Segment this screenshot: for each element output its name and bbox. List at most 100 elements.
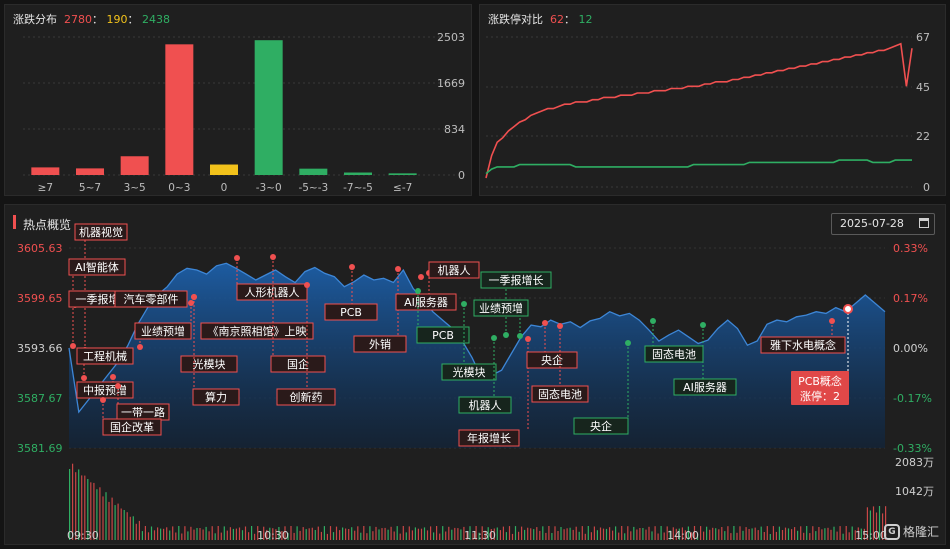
annotation-dot — [491, 335, 497, 341]
annotation-dot — [70, 343, 76, 349]
annotation-label: 业绩预增 — [479, 301, 523, 315]
volume-bar — [851, 526, 853, 540]
volume-bar — [420, 528, 423, 540]
volume-bar — [612, 530, 614, 540]
annotation-label: 人形机器人 — [245, 285, 300, 299]
volume-bar — [578, 531, 580, 540]
volume-bar — [372, 531, 374, 540]
volume-bar — [521, 526, 523, 540]
distribution-panel: 涨跌分布 2780： 190： 2438 2503 1669 834 0 ≥7 5~7 3~… — [4, 4, 472, 196]
volume-bar — [563, 529, 565, 540]
volume-bar — [615, 526, 617, 540]
volume-bar — [730, 533, 732, 540]
distribution-bar-chart: 2503 1669 834 0 ≥7 5~7 3~5 0~3 0 -3~0 -5~-3 -7~-5 ≤-… — [23, 31, 465, 194]
volume-bar — [108, 501, 110, 540]
volume-bar — [329, 526, 332, 540]
volume-bar — [433, 532, 435, 540]
logo-icon: G — [883, 523, 900, 540]
volume-bar — [378, 529, 380, 540]
volume-bar — [715, 528, 717, 540]
volume-bar — [193, 529, 195, 540]
volume-bar — [648, 526, 650, 540]
volume-bar — [457, 528, 459, 540]
annotation-dot — [115, 383, 121, 389]
volume-bar — [326, 533, 328, 540]
annotation-label: 年报增长 — [467, 431, 511, 445]
volume-bar — [223, 526, 225, 540]
volume-bar — [827, 527, 829, 540]
volume-bar — [721, 527, 723, 540]
volume-bar — [248, 532, 250, 540]
volume-bar — [120, 508, 122, 540]
volume-bar — [596, 530, 598, 540]
volume-bar — [502, 526, 504, 540]
volume-bar — [593, 526, 595, 540]
volume-bar — [657, 533, 659, 540]
volume-bar — [332, 532, 335, 540]
volume-bar — [812, 526, 814, 540]
bar-3 — [165, 44, 194, 176]
x-tick-label: 3~5 — [124, 182, 146, 194]
volume-bar — [214, 533, 216, 540]
annotation-dot — [503, 332, 509, 338]
volume-bar — [132, 516, 134, 540]
volume-bar — [803, 532, 805, 540]
volume-bar — [381, 528, 383, 540]
volume-bar — [251, 526, 253, 540]
x-tick-label: ≥7 — [38, 182, 53, 194]
volume-bar — [369, 526, 371, 540]
limit-panel: 涨跌停对比 62： 12 67 45 22 0 — [479, 4, 946, 196]
volume-bar — [360, 532, 362, 540]
y-tick-label: 22 — [916, 130, 930, 143]
annotation-dot — [517, 333, 523, 339]
annotation-dot — [81, 375, 87, 381]
intraday-index-chart: 3605.63 0.33% 3599.65 0.17% 3593.66 0.00% 3587… — [17, 223, 934, 542]
x-tick-label: 10:30 — [257, 529, 289, 542]
volume-bar — [772, 526, 774, 540]
volume-bar — [126, 512, 128, 540]
annotation-label: 外销 — [369, 337, 391, 351]
volume-bar — [581, 526, 583, 540]
volume-bar — [642, 528, 644, 540]
annotation-23: 业绩预增 — [473, 299, 529, 339]
volume-bar — [208, 531, 210, 540]
volume-bar — [123, 510, 125, 540]
volume-bar — [630, 531, 632, 540]
x-tick-label: -3~0 — [256, 182, 282, 194]
volume-bar — [548, 526, 550, 540]
annotation-dot — [418, 274, 424, 280]
series-line-0 — [485, 42, 913, 179]
annotation-dot — [700, 322, 706, 328]
volume-bar — [566, 528, 568, 540]
volume-bar — [703, 531, 705, 540]
annotation-3: 汽车零部件 — [114, 290, 188, 308]
volume-bar — [569, 527, 571, 540]
annotation-label: 业绩预增 — [141, 324, 185, 338]
annotation-dot — [625, 340, 631, 346]
volume-bar — [190, 526, 192, 540]
annotation-label: 光模块 — [193, 357, 226, 371]
volume-bar — [572, 529, 574, 540]
volume-bar — [220, 532, 222, 540]
volume-bar — [451, 529, 453, 540]
volume-bar — [153, 530, 156, 540]
volume-bar — [445, 531, 447, 540]
volume-bar — [408, 526, 410, 540]
bar-4 — [210, 164, 238, 175]
volume-bar — [135, 523, 137, 540]
y-tick-label: 0 — [923, 181, 930, 194]
volume-bar — [411, 530, 413, 540]
volume-bar — [739, 526, 741, 540]
logo-text: 格隆汇 — [902, 525, 939, 539]
bar-8 — [388, 173, 417, 175]
volume-bar — [757, 530, 759, 540]
annotation-label: 国企 — [287, 357, 309, 371]
volume-bar — [754, 527, 756, 540]
volume-bar — [414, 527, 416, 540]
volume-bar — [769, 534, 771, 540]
x-tick-label: 0~3 — [168, 182, 190, 194]
vol-tick: 1042万 — [895, 485, 934, 498]
brand-logo: G 格隆汇 — [883, 523, 939, 540]
volume-bar — [405, 532, 407, 540]
volume-bar — [806, 526, 808, 540]
